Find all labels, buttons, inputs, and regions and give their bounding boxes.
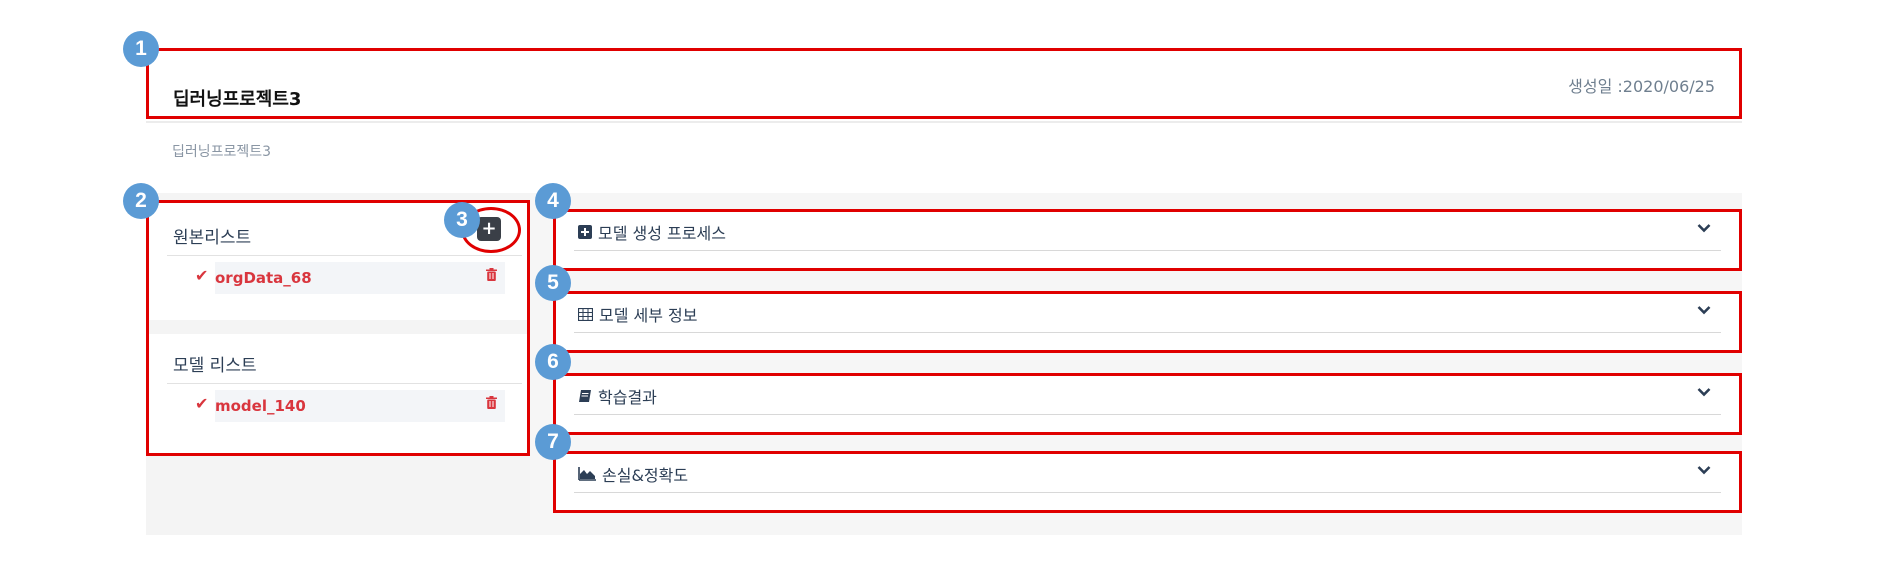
accordion-title: 손실&정확도 bbox=[602, 466, 689, 485]
accordion-title: 학습결과 bbox=[598, 388, 657, 407]
accordion-title: 모델 세부 정보 bbox=[599, 306, 698, 325]
check-icon: ✔ bbox=[195, 394, 209, 413]
original-list-divider bbox=[167, 255, 522, 256]
list-item-label[interactable]: orgData_68 bbox=[215, 269, 312, 287]
accordion-divider bbox=[574, 250, 1721, 251]
annotation-badge: 7 bbox=[535, 424, 571, 460]
accordion-loss-accuracy[interactable]: 손실&정확도 bbox=[553, 451, 1742, 513]
annotation-badge: 2 bbox=[123, 183, 159, 219]
add-original-data-button[interactable]: + bbox=[477, 217, 501, 241]
annotation-badge: 5 bbox=[535, 265, 571, 301]
plus-icon: + bbox=[481, 218, 497, 239]
accordion-model-creation-process[interactable]: 모델 생성 프로세스 bbox=[553, 209, 1742, 271]
project-description: 딥러닝프로젝트3 bbox=[172, 144, 272, 160]
chevron-down-icon[interactable] bbox=[1697, 465, 1711, 475]
trash-icon[interactable] bbox=[486, 396, 497, 409]
model-list-divider bbox=[167, 383, 522, 384]
original-list-heading: 원본리스트 bbox=[173, 228, 252, 248]
trash-icon[interactable] bbox=[486, 268, 497, 281]
plus-square-icon bbox=[578, 225, 592, 239]
annotation-badge: 4 bbox=[535, 183, 571, 219]
chevron-down-icon[interactable] bbox=[1697, 387, 1711, 397]
page: 딥러닝프로젝트3 생성일 :2020/06/25 딥러닝프로젝트3 원본리스트 … bbox=[0, 0, 1879, 587]
page-title: 딥러닝프로젝트3 bbox=[173, 89, 302, 110]
accordion-divider bbox=[574, 492, 1721, 493]
accordion-title: 모델 생성 프로세스 bbox=[598, 224, 726, 243]
created-date: 생성일 :2020/06/25 bbox=[1568, 77, 1715, 96]
annotation-badge: 1 bbox=[123, 31, 159, 67]
chevron-down-icon[interactable] bbox=[1697, 223, 1711, 233]
annotation-badge: 3 bbox=[444, 202, 480, 238]
chevron-down-icon[interactable] bbox=[1697, 305, 1711, 315]
check-icon: ✔ bbox=[195, 266, 209, 285]
accordion-header[interactable]: 모델 생성 프로세스 bbox=[578, 220, 726, 244]
accordion-header[interactable]: 손실&정확도 bbox=[578, 462, 688, 486]
accordion-divider bbox=[574, 414, 1721, 415]
header-divider bbox=[146, 121, 1742, 123]
annotation-badge: 6 bbox=[535, 344, 571, 380]
project-header: 딥러닝프로젝트3 생성일 :2020/06/25 bbox=[146, 48, 1742, 119]
accordion-header[interactable]: 학습결과 bbox=[578, 384, 657, 408]
model-list-heading: 모델 리스트 bbox=[173, 356, 257, 376]
list-item-model[interactable]: model_140 bbox=[215, 390, 505, 422]
list-item-label[interactable]: model_140 bbox=[215, 397, 306, 415]
list-item-original-data[interactable]: orgData_68 bbox=[215, 262, 505, 294]
section-separator bbox=[149, 320, 527, 334]
book-icon bbox=[579, 390, 591, 402]
area-chart-icon bbox=[578, 467, 596, 481]
accordion-header[interactable]: 모델 세부 정보 bbox=[578, 302, 698, 326]
accordion-divider bbox=[574, 332, 1721, 333]
accordion-model-details[interactable]: 모델 세부 정보 bbox=[553, 291, 1742, 353]
accordion-training-result[interactable]: 학습결과 bbox=[553, 373, 1742, 435]
table-icon bbox=[578, 307, 593, 321]
